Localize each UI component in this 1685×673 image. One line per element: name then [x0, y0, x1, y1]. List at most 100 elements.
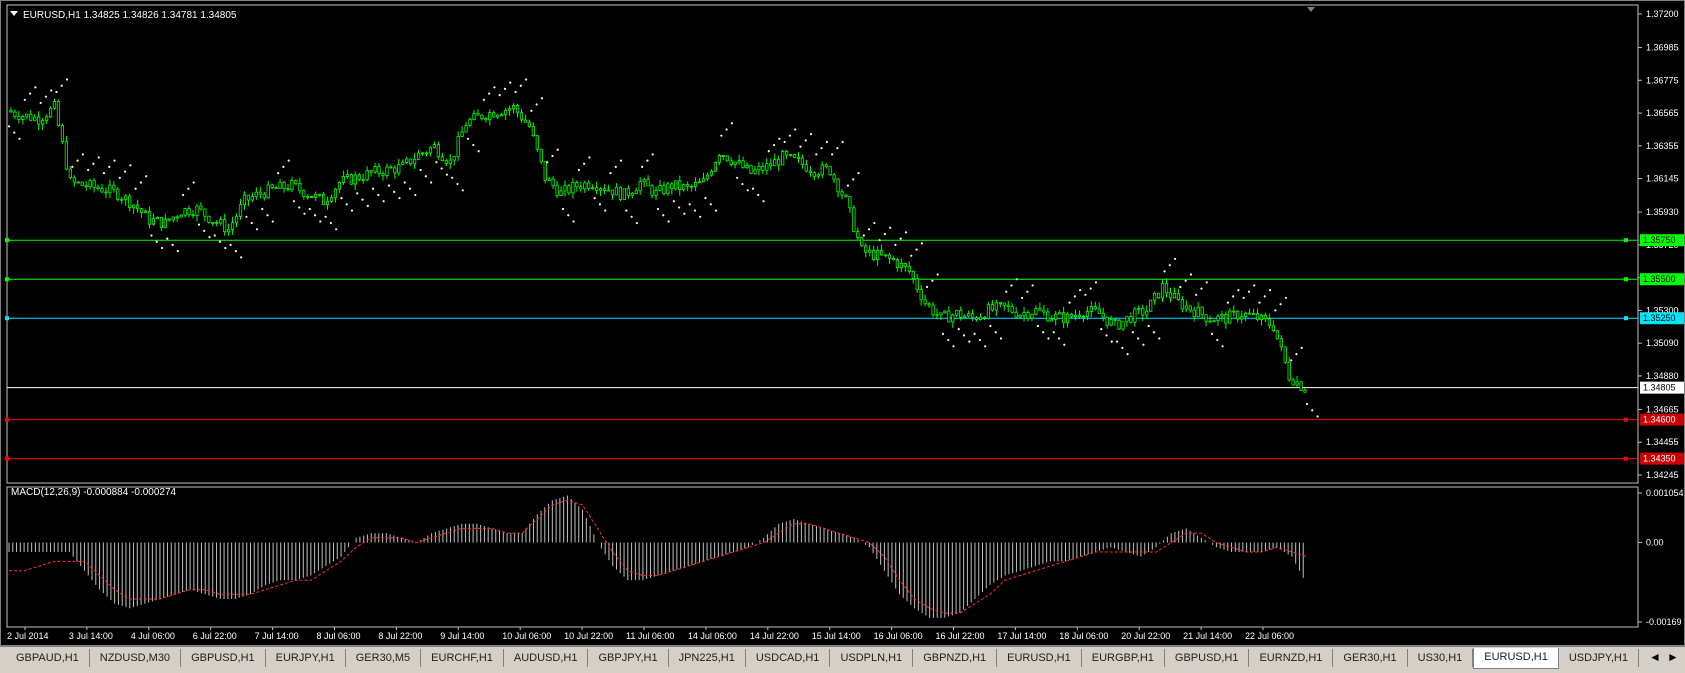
tab-eurchf-h1[interactable]: EURCHF,H1	[421, 649, 504, 667]
candle-body	[551, 178, 555, 187]
tab-eurusd-h1[interactable]: EURUSD,H1	[997, 649, 1082, 667]
candle-body	[1042, 309, 1046, 313]
candle-body	[393, 167, 397, 174]
candle-body	[373, 166, 377, 173]
candle-body	[167, 218, 171, 221]
x-tick-label: 8 Jul 06:00	[317, 631, 361, 641]
sar-dot	[736, 176, 739, 179]
candle-body	[349, 174, 353, 185]
sar-dot	[915, 248, 918, 251]
x-tick-label: 10 Jul 22:00	[564, 631, 613, 641]
y-tick-label: 1.34455	[1646, 437, 1679, 447]
sar-dot	[1047, 337, 1050, 340]
candle-body	[864, 245, 868, 253]
sar-dot	[699, 215, 702, 218]
sar-dot	[313, 214, 317, 217]
candle-body	[37, 116, 41, 125]
y-tick-label: 1.36355	[1646, 141, 1679, 151]
chart-shift-marker-icon[interactable]	[1307, 7, 1315, 12]
tab-usdpln-h1[interactable]: USDPLN,H1	[830, 649, 914, 667]
candle-body	[595, 187, 599, 191]
sar-dot	[509, 81, 512, 84]
y-tick-label: 1.37200	[1646, 9, 1679, 19]
candle-body	[68, 168, 72, 179]
sar-dot	[240, 256, 243, 259]
tab-gbpnzd-h1[interactable]: GBPNZD,H1	[913, 649, 998, 667]
sar-dot	[820, 147, 823, 150]
tab-eurusd-h1[interactable]: EURUSD,H1	[1473, 648, 1559, 669]
sar-dot	[1268, 289, 1272, 292]
sar-dot	[546, 161, 549, 164]
tab-eurjpy-h1[interactable]: EURJPY,H1	[265, 649, 346, 667]
candle-body	[120, 198, 124, 201]
candle-body	[500, 114, 504, 117]
sar-dot	[646, 159, 649, 162]
candle-body	[21, 116, 25, 120]
scroll-left-icon[interactable]: ◄	[1649, 650, 1661, 664]
scroll-right-icon[interactable]: ►	[1667, 650, 1679, 664]
candle-body	[25, 113, 29, 117]
sar-dot	[1031, 284, 1034, 287]
tab-gbpjpy-h1[interactable]: GBPJPY,H1	[588, 649, 669, 667]
candle-body	[282, 181, 286, 189]
candle-body	[1137, 308, 1141, 310]
tab-eurgbp-h1[interactable]: EURGBP,H1	[1081, 649, 1165, 667]
sar-dot	[583, 162, 586, 165]
sar-dot	[920, 242, 923, 245]
candle-body	[116, 188, 120, 200]
tab-gbpaud-h1[interactable]: GBPAUD,H1	[6, 649, 90, 667]
sar-dot	[973, 332, 976, 335]
sar-dot	[488, 92, 491, 95]
tab-nzdusd-m30[interactable]: NZDUSD,M30	[89, 649, 182, 667]
candle-body	[971, 313, 975, 319]
sar-dot	[65, 78, 69, 81]
chart-window[interactable]: 1.37200 1.36985 1.36775 1.36565 1.36355 1.361…	[0, 0, 1685, 646]
sar-dot	[899, 237, 902, 240]
sar-dot	[1290, 359, 1293, 362]
sar-dot	[387, 184, 391, 187]
tab-ger30-h1[interactable]: GER30,H1	[1333, 649, 1408, 667]
tab-audusd-h1[interactable]: AUDUSD,H1	[503, 649, 589, 667]
candle-body	[717, 155, 721, 163]
chart-canvas[interactable]: 1.37200 1.36985 1.36775 1.36565 1.36355 1.361…	[1, 1, 1684, 645]
tab-us30-h1[interactable]: US30,H1	[1407, 649, 1474, 667]
chart-menu-triangle-icon[interactable]	[10, 11, 18, 16]
candle-body	[583, 182, 587, 190]
y-tick-label: 1.34665	[1646, 404, 1679, 414]
candle-body	[606, 189, 611, 192]
candle-body	[223, 219, 227, 233]
candle-body	[1303, 389, 1307, 393]
sar-dot	[1316, 415, 1319, 418]
candle-body	[1188, 305, 1192, 311]
sar-dot	[345, 203, 348, 206]
sar-dot	[97, 156, 100, 159]
candle-body	[96, 186, 100, 189]
sar-dot	[873, 221, 876, 225]
sar-dot	[1084, 293, 1087, 296]
tab-gbpusd-h1[interactable]: GBPUSD,H1	[181, 649, 266, 667]
tab-gbpusd-h1[interactable]: GBPUSD,H1	[1164, 649, 1250, 667]
tab-jpn225-h1[interactable]: JPN225,H1	[668, 649, 746, 667]
candle-body	[290, 180, 294, 191]
sar-dot	[287, 159, 290, 162]
sar-dot	[609, 172, 612, 175]
candle-body	[341, 176, 345, 183]
sar-dot	[424, 175, 427, 178]
candle-body	[1160, 283, 1165, 299]
candle-body	[994, 302, 998, 311]
sar-dot	[1121, 346, 1124, 349]
candle-body	[448, 159, 452, 164]
tab-eurnzd-h1[interactable]: EURNZD,H1	[1249, 649, 1334, 667]
candle-body	[329, 197, 334, 202]
sar-dot	[18, 137, 21, 140]
candle-body	[559, 190, 563, 196]
tab-ger30-m5[interactable]: GER30,M5	[345, 649, 422, 667]
candle-body	[262, 193, 266, 199]
tab-usdjpy-h1[interactable]: USDJPY,H1	[1558, 649, 1639, 667]
candle-body	[365, 170, 369, 181]
candle-body	[887, 254, 892, 259]
tab-usdcad-h1[interactable]: USDCAD,H1	[745, 649, 831, 667]
candle-body	[539, 148, 543, 163]
candle-body	[741, 160, 745, 169]
macd-y-tick-label: -0.00169	[1646, 617, 1682, 627]
